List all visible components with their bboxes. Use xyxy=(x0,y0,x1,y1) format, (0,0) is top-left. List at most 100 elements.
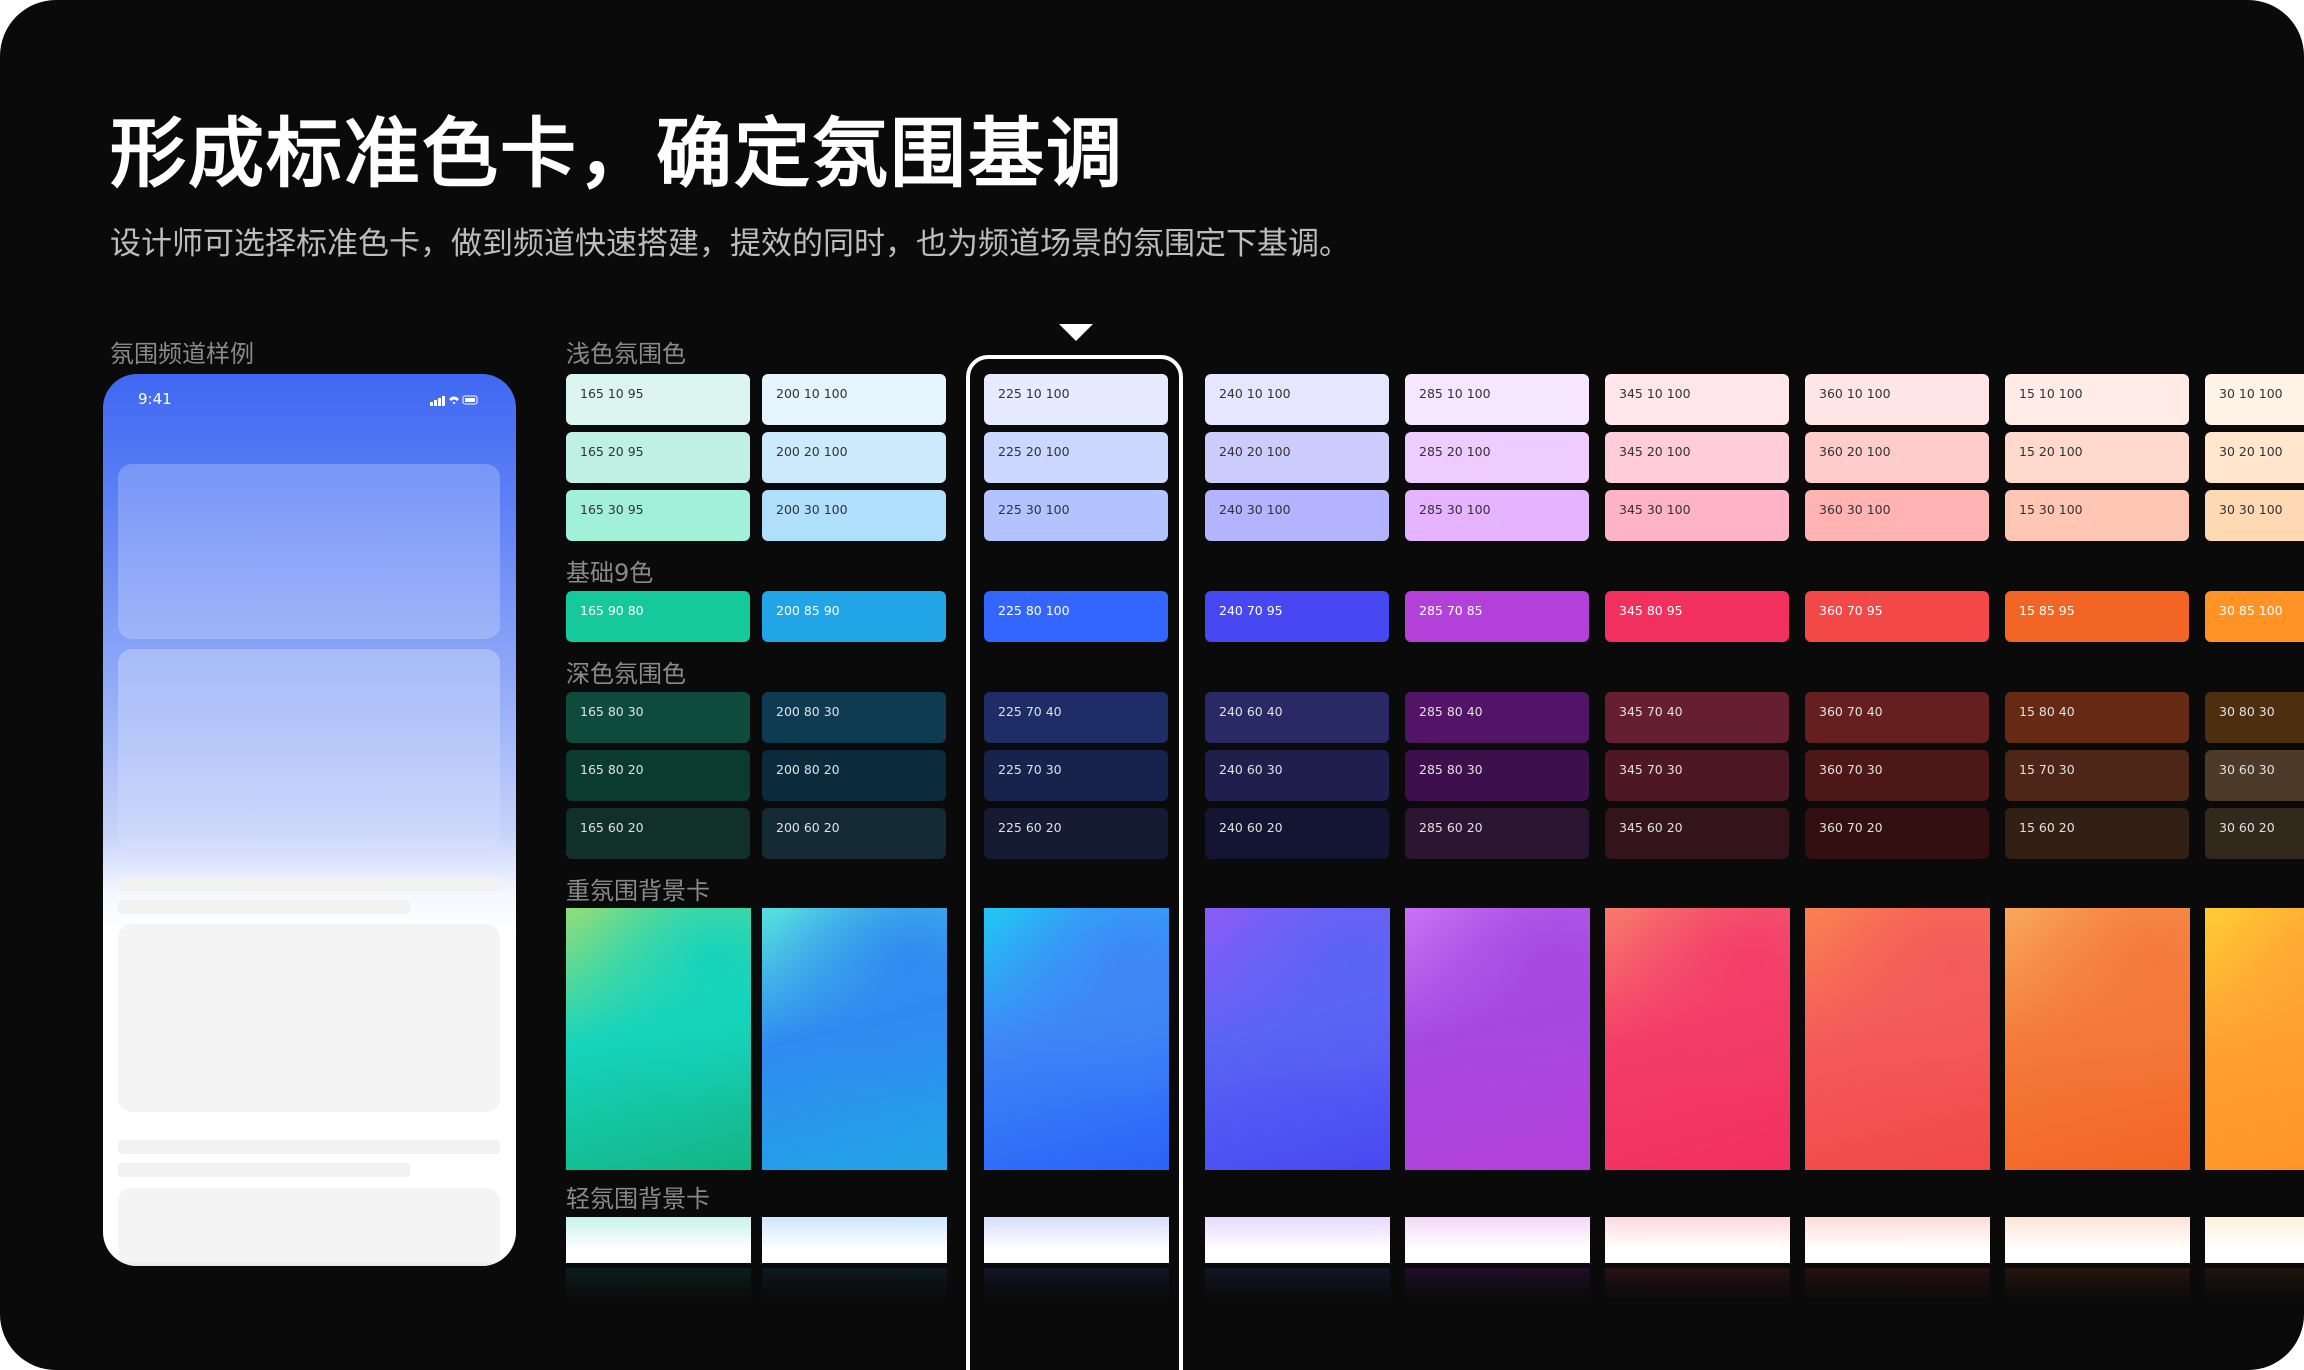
dark-swatch[interactable]: 200 80 30 xyxy=(762,692,946,743)
swatch-code: 345 70 30 xyxy=(1619,762,1683,777)
light-swatch[interactable]: 345 10 100 xyxy=(1605,374,1789,425)
text-placeholder xyxy=(118,1163,410,1177)
swatch-code: 345 10 100 xyxy=(1619,386,1691,401)
heavy-bg-card[interactable] xyxy=(2205,908,2304,1170)
base-swatch[interactable]: 360 70 95 xyxy=(1805,591,1989,642)
light-bg-card[interactable] xyxy=(1805,1217,1990,1263)
light-bg-card[interactable] xyxy=(1405,1217,1590,1263)
swatch-code: 200 85 90 xyxy=(776,603,840,618)
swatch-code: 240 60 40 xyxy=(1219,704,1283,719)
dark-swatch[interactable]: 30 60 20 xyxy=(2205,808,2304,859)
light-swatch[interactable]: 285 20 100 xyxy=(1405,432,1589,483)
light-swatch[interactable]: 15 10 100 xyxy=(2005,374,2189,425)
light-swatch[interactable]: 30 20 100 xyxy=(2205,432,2304,483)
light-swatch[interactable]: 165 20 95 xyxy=(566,432,750,483)
dark-swatch[interactable]: 165 80 30 xyxy=(566,692,750,743)
light-swatch[interactable]: 240 20 100 xyxy=(1205,432,1389,483)
swatch-code: 30 60 20 xyxy=(2219,820,2275,835)
section-label-dark: 深色氛围色 xyxy=(566,660,686,688)
heavy-bg-card[interactable] xyxy=(1205,908,1390,1170)
swatch-code: 165 30 95 xyxy=(580,502,644,517)
light-swatch[interactable]: 360 20 100 xyxy=(1805,432,1989,483)
light-swatch[interactable]: 165 30 95 xyxy=(566,490,750,541)
light-swatch[interactable]: 15 30 100 xyxy=(2005,490,2189,541)
dark-swatch[interactable]: 360 70 30 xyxy=(1805,750,1989,801)
light-swatch[interactable]: 200 30 100 xyxy=(762,490,946,541)
dark-swatch[interactable]: 30 80 30 xyxy=(2205,692,2304,743)
dark-swatch[interactable]: 360 70 20 xyxy=(1805,808,1989,859)
swatch-code: 240 70 95 xyxy=(1219,603,1283,618)
heavy-bg-card[interactable] xyxy=(2005,908,2190,1170)
light-swatch[interactable]: 200 20 100 xyxy=(762,432,946,483)
swatch-code: 15 80 40 xyxy=(2019,704,2075,719)
swatch-code: 165 20 95 xyxy=(580,444,644,459)
light-bg-card[interactable] xyxy=(1605,1217,1790,1263)
light-swatch[interactable]: 30 10 100 xyxy=(2205,374,2304,425)
dark-swatch[interactable]: 285 80 30 xyxy=(1405,750,1589,801)
heavy-bg-card[interactable] xyxy=(762,908,947,1170)
light-swatch[interactable]: 360 10 100 xyxy=(1805,374,1989,425)
section-label-heavy-bg: 重氛围背景卡 xyxy=(566,877,710,905)
dark-swatch[interactable]: 345 60 20 xyxy=(1605,808,1789,859)
dark-swatch[interactable]: 285 60 20 xyxy=(1405,808,1589,859)
dark-swatch[interactable]: 345 70 40 xyxy=(1605,692,1789,743)
swatch-code: 200 80 30 xyxy=(776,704,840,719)
heavy-bg-card[interactable] xyxy=(1405,908,1590,1170)
dark-swatch[interactable]: 15 80 40 xyxy=(2005,692,2189,743)
content-card xyxy=(118,649,500,849)
light-swatch[interactable]: 15 20 100 xyxy=(2005,432,2189,483)
heavy-bg-card[interactable] xyxy=(1605,908,1790,1170)
swatch-code: 360 70 20 xyxy=(1819,820,1883,835)
dark-swatch[interactable]: 15 70 30 xyxy=(2005,750,2189,801)
phone-mockup: 9:41 xyxy=(103,374,516,1266)
base-swatch[interactable]: 15 85 95 xyxy=(2005,591,2189,642)
light-bg-card[interactable] xyxy=(1205,1217,1390,1263)
swatch-code: 285 20 100 xyxy=(1419,444,1491,459)
light-swatch[interactable]: 240 10 100 xyxy=(1205,374,1389,425)
light-swatch[interactable]: 285 10 100 xyxy=(1405,374,1589,425)
heavy-bg-card[interactable] xyxy=(566,908,751,1170)
swatch-code: 15 10 100 xyxy=(2019,386,2083,401)
dark-swatch[interactable]: 15 60 20 xyxy=(2005,808,2189,859)
dark-swatch[interactable]: 30 60 30 xyxy=(2205,750,2304,801)
dark-swatch[interactable]: 345 70 30 xyxy=(1605,750,1789,801)
dark-swatch[interactable]: 200 60 20 xyxy=(762,808,946,859)
light-swatch[interactable]: 200 10 100 xyxy=(762,374,946,425)
dark-swatch[interactable]: 240 60 40 xyxy=(1205,692,1389,743)
swatch-code: 240 10 100 xyxy=(1219,386,1291,401)
light-swatch[interactable]: 360 30 100 xyxy=(1805,490,1989,541)
light-swatch[interactable]: 30 30 100 xyxy=(2205,490,2304,541)
light-swatch[interactable]: 345 30 100 xyxy=(1605,490,1789,541)
base-swatch[interactable]: 200 85 90 xyxy=(762,591,946,642)
text-placeholder xyxy=(118,1140,500,1154)
base-swatch[interactable]: 345 80 95 xyxy=(1605,591,1789,642)
heavy-bg-card[interactable] xyxy=(1805,908,1990,1170)
swatch-code: 285 10 100 xyxy=(1419,386,1491,401)
dark-swatch[interactable]: 240 60 20 xyxy=(1205,808,1389,859)
base-swatch[interactable]: 240 70 95 xyxy=(1205,591,1389,642)
base-swatch[interactable]: 285 70 85 xyxy=(1405,591,1589,642)
swatch-code: 15 30 100 xyxy=(2019,502,2083,517)
swatch-code: 15 85 95 xyxy=(2019,603,2075,618)
light-bg-card[interactable] xyxy=(762,1217,947,1263)
base-swatch[interactable]: 165 90 80 xyxy=(566,591,750,642)
swatch-code: 360 70 95 xyxy=(1819,603,1883,618)
selected-column-frame xyxy=(966,355,1183,1370)
base-swatch[interactable]: 30 85 100 xyxy=(2205,591,2304,642)
dark-swatch[interactable]: 360 70 40 xyxy=(1805,692,1989,743)
light-bg-card[interactable] xyxy=(566,1217,751,1263)
swatch-code: 285 80 30 xyxy=(1419,762,1483,777)
light-bg-card[interactable] xyxy=(2205,1217,2304,1263)
light-swatch[interactable]: 345 20 100 xyxy=(1605,432,1789,483)
dark-swatch[interactable]: 240 60 30 xyxy=(1205,750,1389,801)
dark-swatch[interactable]: 200 80 20 xyxy=(762,750,946,801)
light-swatch[interactable]: 240 30 100 xyxy=(1205,490,1389,541)
light-swatch[interactable]: 285 30 100 xyxy=(1405,490,1589,541)
light-bg-card[interactable] xyxy=(2005,1217,2190,1263)
dark-swatch[interactable]: 285 80 40 xyxy=(1405,692,1589,743)
swatch-code: 30 80 30 xyxy=(2219,704,2275,719)
swatch-code: 345 70 40 xyxy=(1619,704,1683,719)
dark-swatch[interactable]: 165 60 20 xyxy=(566,808,750,859)
light-swatch[interactable]: 165 10 95 xyxy=(566,374,750,425)
dark-swatch[interactable]: 165 80 20 xyxy=(566,750,750,801)
